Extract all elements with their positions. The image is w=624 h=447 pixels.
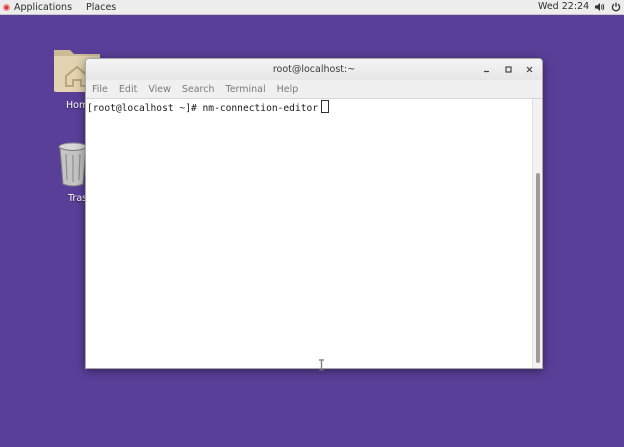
menu-file[interactable]: File [92, 84, 108, 95]
menu-help[interactable]: Help [277, 84, 299, 95]
close-icon [526, 66, 533, 73]
places-label: Places [86, 1, 117, 13]
menu-terminal[interactable]: Terminal [226, 84, 266, 95]
terminal-scrollbar[interactable] [532, 99, 542, 368]
close-button[interactable] [524, 64, 535, 75]
menu-search[interactable]: Search [182, 84, 215, 95]
applications-icon [3, 3, 10, 11]
window-titlebar[interactable]: root@localhost:~ [86, 59, 542, 80]
menu-edit[interactable]: Edit [119, 84, 137, 95]
ibeam-cursor-icon [319, 359, 324, 371]
minimize-icon [484, 70, 489, 73]
maximize-icon [505, 66, 512, 73]
applications-menu[interactable]: Applications [3, 0, 72, 14]
terminal-line: [root@localhost ~]# nm-connection-editor [87, 100, 330, 114]
typed-command: nm-connection-editor [202, 103, 319, 114]
window-title: root@localhost:~ [272, 64, 356, 75]
shell-prompt: [root@localhost ~]# [87, 103, 203, 114]
volume-icon[interactable] [594, 2, 605, 12]
places-menu[interactable]: Places [86, 0, 116, 14]
maximize-button[interactable] [503, 64, 514, 75]
terminal-content[interactable]: [root@localhost ~]# nm-connection-editor [86, 99, 532, 368]
top-panel: Applications Places Wed 22:24 [0, 0, 624, 15]
text-cursor [321, 100, 330, 113]
terminal-window[interactable]: root@localhost:~ File Edit View Search T… [85, 58, 543, 369]
minimize-button[interactable] [481, 64, 492, 75]
applications-label: Applications [14, 1, 73, 13]
clock[interactable]: Wed 22:24 [538, 0, 589, 14]
menu-view[interactable]: View [148, 84, 171, 95]
top-panel-left: Applications Places [3, 0, 116, 14]
scrollbar-thumb[interactable] [536, 173, 540, 363]
power-icon[interactable] [611, 2, 621, 12]
terminal-menubar: File Edit View Search Terminal Help [86, 80, 542, 99]
